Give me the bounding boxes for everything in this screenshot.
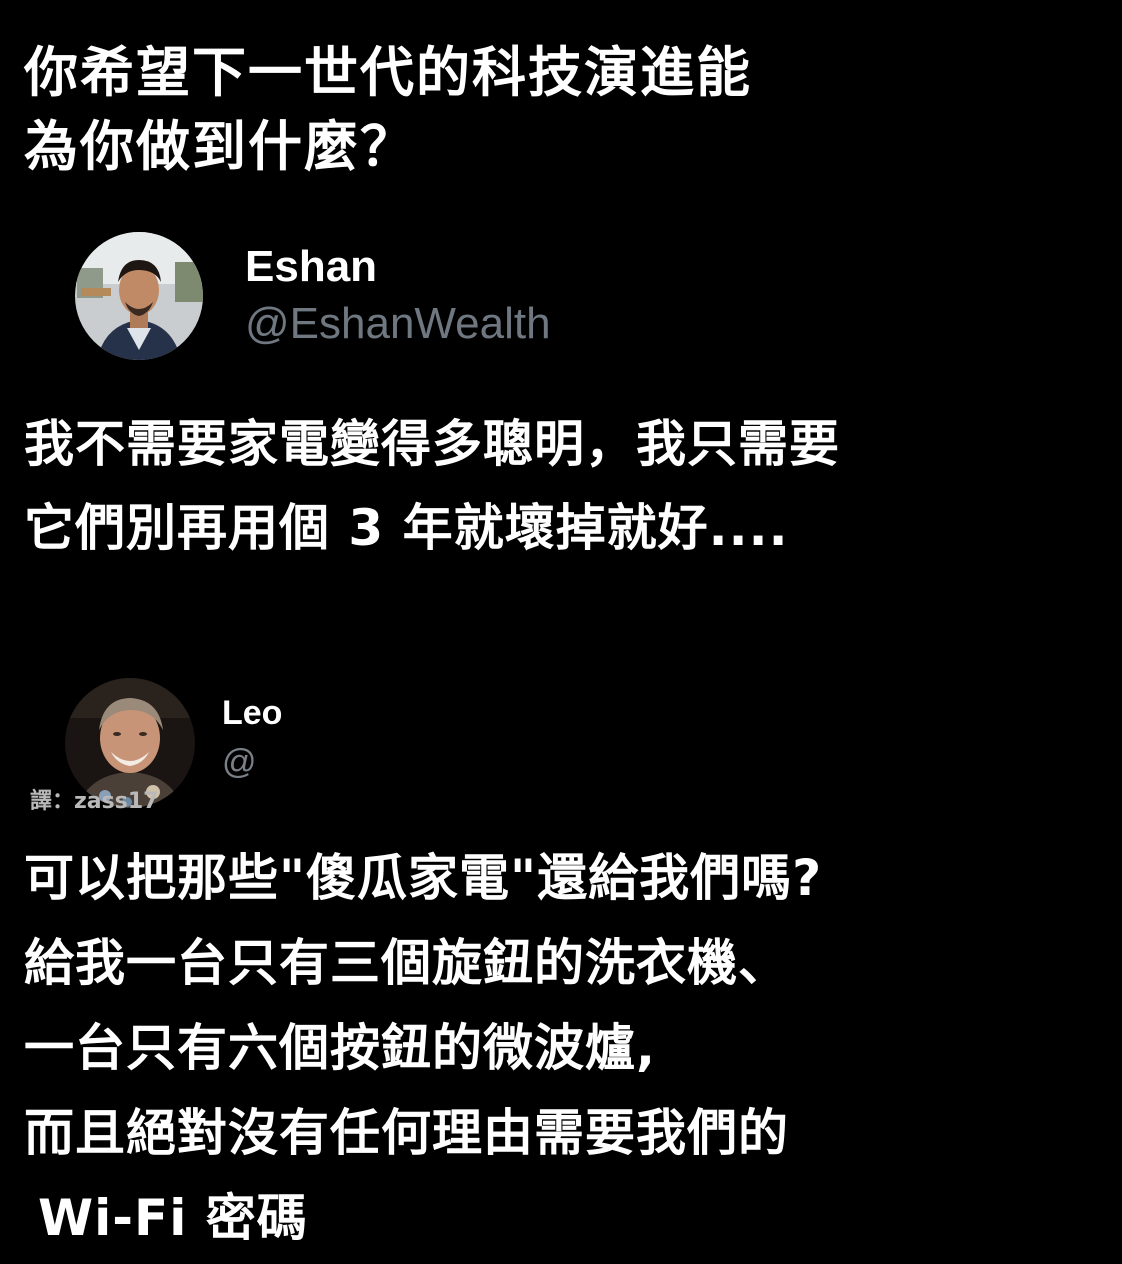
- leo-handle[interactable]: @: [222, 734, 282, 790]
- tweet-text-line: Wi-Fi 密碼: [38, 1189, 308, 1247]
- page: 你希望下一世代的科技演進能 為你做到什麼？ Eshan @EshanWealth: [0, 0, 1122, 1264]
- eshan-handle[interactable]: @EshanWealth: [245, 294, 551, 354]
- question-heading: 你希望下一世代的科技演進能 為你做到什麼？: [24, 36, 1084, 184]
- tweet-text-line: 它們別再用個 3 年就壞掉就好....: [24, 499, 789, 557]
- tweet-text-line: 我不需要家電變得多聰明，我只需要: [24, 415, 840, 473]
- eshan-avatar[interactable]: [75, 232, 203, 360]
- eshan-display-name[interactable]: Eshan: [245, 240, 551, 294]
- tweet-text-line: 可以把那些"傻瓜家電"還給我們嗎?: [24, 849, 823, 907]
- translator-credit: 譯：zass17: [30, 789, 159, 814]
- eshan-tweet-text: 我不需要家電變得多聰明，我只需要 它們別再用個 3 年就壞掉就好....: [24, 402, 840, 570]
- tweet-text-line: 給我一台只有三個旋鈕的洗衣機、: [24, 934, 789, 992]
- leo-name-block: Leo @: [222, 692, 282, 790]
- question-line: 你希望下一世代的科技演進能: [24, 41, 752, 104]
- eshan-name-block: Eshan @EshanWealth: [245, 240, 551, 354]
- leo-display-name[interactable]: Leo: [222, 692, 282, 734]
- question-line: 為你做到什麼？: [24, 115, 416, 178]
- tweet-text-line: 而且絕對沒有任何理由需要我們的: [24, 1104, 789, 1162]
- eshan-avatar-image: [75, 232, 203, 360]
- eshan-tweet-header: Eshan @EshanWealth: [75, 232, 551, 360]
- leo-tweet-text: 可以把那些"傻瓜家電"還給我們嗎? 給我一台只有三個旋鈕的洗衣機、 一台只有六個…: [24, 836, 822, 1261]
- tweet-text-line: 一台只有六個按鈕的微波爐,: [24, 1019, 656, 1077]
